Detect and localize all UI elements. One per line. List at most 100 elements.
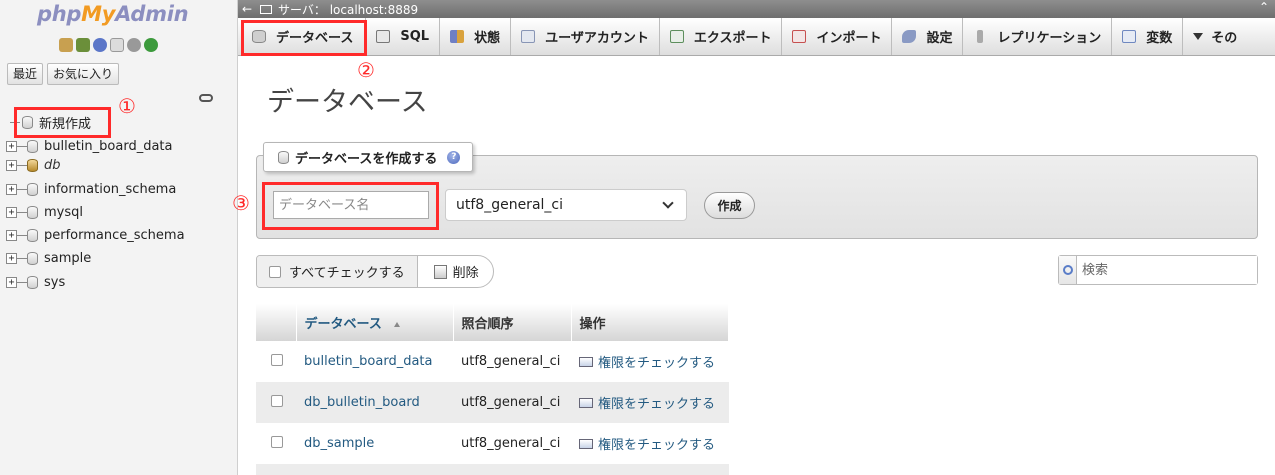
collation-cell: utf8_general_ci — [453, 423, 571, 464]
check-all-label: すべてチェックする — [289, 266, 405, 281]
create-database-legend: データベースを作成する ? — [263, 142, 474, 172]
collation-select[interactable]: utf8_general_ci — [445, 189, 687, 221]
server-breadcrumb[interactable]: サーバ： localhost:8889 — [278, 1, 418, 18]
header-checkbox-col — [256, 304, 297, 341]
check-privileges-link[interactable]: 権限をチェックする — [579, 393, 729, 412]
tree-item-db-6[interactable]: + sys — [6, 272, 65, 292]
tree-label-db[interactable]: mysql — [44, 205, 83, 220]
tab-settings[interactable]: 設定 — [892, 18, 964, 55]
annotation-number-2: ② — [357, 58, 375, 82]
row-checkbox[interactable] — [271, 394, 283, 407]
tree-label-db[interactable]: bulletin_board_data — [44, 139, 172, 154]
tab-label: 状態 — [474, 31, 501, 46]
database-link[interactable]: bulletin_board_data — [304, 354, 432, 369]
tree-item-db-1[interactable]: + db — [6, 155, 61, 175]
back-arrow-icon[interactable]: ← — [238, 2, 256, 16]
server-icon — [260, 4, 272, 14]
tab-user-accounts[interactable]: ユーザアカウント — [511, 18, 660, 55]
tab-label: ユーザアカウント — [545, 31, 649, 46]
tab-more[interactable]: その — [1183, 18, 1247, 55]
collapse-icon[interactable]: ⌃ — [1259, 0, 1269, 14]
tree-connector — [17, 188, 27, 190]
tab-label: レプリケーション — [997, 31, 1102, 46]
expand-icon[interactable]: + — [6, 252, 17, 264]
database-link[interactable]: db_sample — [304, 436, 374, 451]
check-all-checkbox[interactable] — [269, 265, 281, 278]
privileges-icon — [579, 397, 593, 408]
tree-label-db[interactable]: db — [44, 158, 61, 173]
tab-label: その — [1211, 31, 1238, 46]
expand-icon[interactable]: + — [6, 140, 17, 152]
tab-label: エクスポート — [693, 31, 772, 46]
tab-import[interactable]: インポート — [782, 18, 893, 55]
search-icon-wrap — [1059, 256, 1077, 284]
tab-sql[interactable]: SQL — [366, 18, 441, 55]
annotation-box-3 — [262, 182, 439, 230]
header-database[interactable]: データベース — [296, 304, 454, 341]
database-icon — [27, 205, 38, 219]
table-row-partial — [256, 464, 729, 475]
recent-button[interactable]: 最近 — [7, 63, 44, 85]
reload-icon[interactable] — [144, 38, 158, 52]
tree-item-db-2[interactable]: + information_schema — [6, 179, 176, 199]
tree-label-db[interactable]: sys — [44, 275, 65, 290]
new-database-icon — [278, 150, 289, 164]
help-icon[interactable]: ? — [447, 150, 461, 164]
database-icon — [27, 251, 38, 265]
database-link[interactable]: db_bulletin_board — [304, 395, 420, 410]
create-button[interactable]: 作成 — [704, 192, 755, 219]
tree-item-db-4[interactable]: + performance_schema — [6, 225, 185, 245]
favorites-button[interactable]: お気に入り — [47, 63, 120, 85]
check-all-control[interactable]: すべてチェックする — [257, 256, 418, 287]
navigation-panel: phpMyAdmin 最近 お気に入り 新規作成 + bulletin_boar… — [0, 0, 238, 475]
check-privileges-link[interactable]: 権限をチェックする — [579, 352, 729, 371]
annotation-number-1: ① — [118, 94, 136, 118]
privileges-icon — [579, 356, 593, 367]
check-privileges-link[interactable]: 権限をチェックする — [579, 434, 729, 453]
expand-icon[interactable]: + — [6, 276, 17, 288]
privileges-icon — [579, 438, 593, 449]
annotation-box-2 — [241, 20, 367, 56]
tree-item-db-0[interactable]: + bulletin_board_data — [6, 136, 172, 156]
tree-connector — [17, 234, 27, 236]
replication-icon — [977, 30, 984, 43]
logout-icon[interactable] — [76, 38, 90, 52]
delete-button[interactable]: 削除 — [418, 256, 493, 287]
database-table: データベース 照合順序 操作 bulletin_board_data utf8_… — [256, 304, 729, 464]
tab-label: 設定 — [926, 31, 953, 46]
docs-icon[interactable] — [110, 38, 124, 52]
status-icon — [450, 30, 465, 43]
export-icon — [669, 30, 684, 43]
tree-item-db-5[interactable]: + sample — [6, 248, 91, 268]
annotation-box-1 — [14, 107, 111, 138]
wrench-icon — [902, 30, 917, 43]
check-privileges-label: 権限をチェックする — [598, 356, 716, 371]
row-checkbox[interactable] — [271, 353, 283, 366]
settings-icon[interactable] — [127, 38, 141, 52]
search-input[interactable] — [1077, 256, 1257, 284]
expand-icon[interactable]: + — [6, 206, 17, 218]
home-icon[interactable] — [59, 38, 73, 52]
expand-icon[interactable]: + — [6, 159, 17, 171]
tree-label-db[interactable]: sample — [44, 251, 91, 266]
tab-export[interactable]: エクスポート — [660, 18, 783, 55]
database-icon — [27, 139, 38, 153]
check-privileges-label: 権限をチェックする — [598, 397, 716, 412]
tree-label-db[interactable]: information_schema — [44, 182, 176, 197]
phpmyadmin-logo[interactable]: phpMyAdmin — [37, 2, 189, 26]
expand-icon[interactable]: + — [6, 183, 17, 195]
tab-replication[interactable]: レプリケーション — [963, 18, 1113, 55]
tree-connector — [17, 211, 27, 213]
tree-label-db[interactable]: performance_schema — [44, 228, 185, 243]
tab-variables[interactable]: 変数 — [1112, 18, 1184, 55]
tab-status[interactable]: 状態 — [440, 18, 512, 55]
sort-database-link[interactable]: データベース — [305, 317, 382, 332]
tree-item-db-3[interactable]: + mysql — [6, 202, 83, 222]
row-checkbox[interactable] — [271, 435, 283, 448]
help-icon[interactable] — [93, 38, 107, 52]
header-actions: 操作 — [571, 304, 729, 341]
main-menu: データベース SQL 状態 ユーザアカウント エクスポート インポート 設定 レ… — [238, 18, 1275, 56]
expand-icon[interactable]: + — [6, 229, 17, 241]
page-title: データベース — [267, 87, 428, 118]
link-icon[interactable] — [199, 94, 213, 102]
